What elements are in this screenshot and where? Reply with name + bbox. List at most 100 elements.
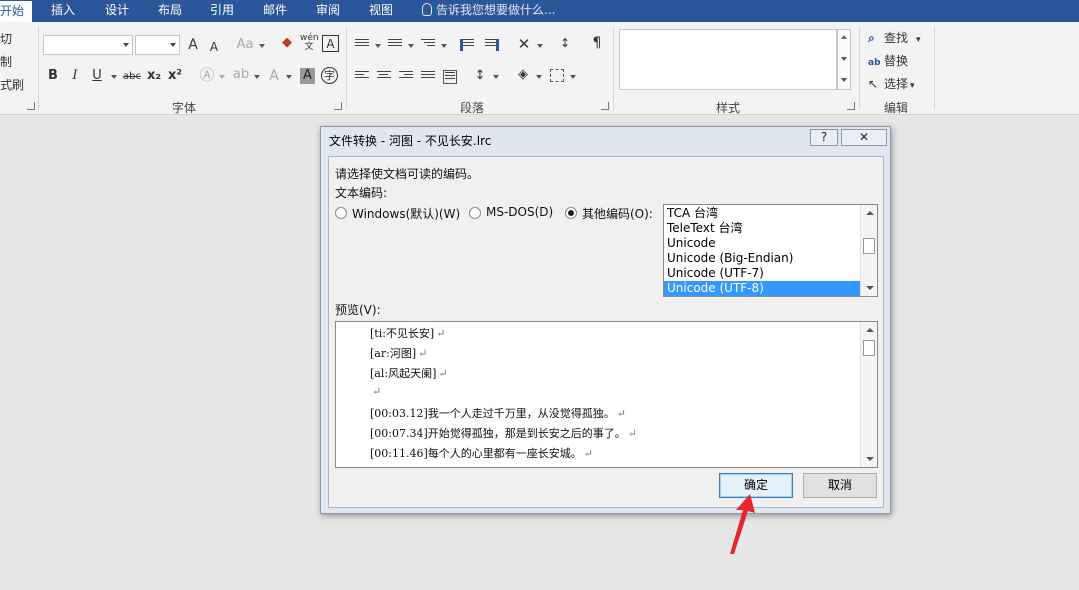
encoding-scrollbar[interactable] <box>860 205 877 296</box>
change-case-icon[interactable]: Aa <box>234 37 256 53</box>
close-button[interactable]: ✕ <box>841 129 887 146</box>
font-color-icon[interactable]: A <box>267 68 281 84</box>
increase-indent-icon[interactable] <box>485 39 499 51</box>
replace-button[interactable]: ab 替换 <box>868 52 908 69</box>
dialog-body: 请选择使文档可读的编码。 文本编码: Windows(默认)(W) MS-DOS… <box>328 156 884 508</box>
borders-icon[interactable] <box>550 69 564 82</box>
italic-icon[interactable]: I <box>68 68 82 84</box>
list-item[interactable]: TCA 台湾 <box>664 206 860 221</box>
show-formatting-icon[interactable]: ¶ <box>590 35 604 51</box>
list-item[interactable]: Unicode (UTF-7) <box>664 266 860 281</box>
chevron-down-icon <box>123 43 129 47</box>
scroll-thumb[interactable] <box>863 238 875 254</box>
return-mark-icon: ↵ <box>627 427 637 440</box>
paragraph-launcher-icon[interactable] <box>601 102 609 110</box>
encoding-listbox[interactable]: TCA 台湾 TeleText 台湾 Unicode Unicode (Big-… <box>663 204 878 297</box>
more-styles-icon <box>841 78 847 82</box>
radio-other-encoding-label[interactable]: 其他编码(O): <box>582 205 653 222</box>
tab-insert[interactable]: 插入 <box>51 0 75 22</box>
select-button[interactable]: ↖ 选择 ▾ <box>868 75 915 92</box>
subscript-icon[interactable]: x₂ <box>146 68 162 84</box>
tab-view[interactable]: 视图 <box>369 0 393 22</box>
find-button[interactable]: ⌕ 查找 ▾ <box>868 29 921 46</box>
numbering-icon[interactable] <box>388 39 402 51</box>
styles-gallery[interactable] <box>619 29 837 90</box>
shading-icon[interactable]: ◈ <box>515 67 531 83</box>
scroll-up-icon[interactable] <box>866 328 874 332</box>
tab-mailings[interactable]: 邮件 <box>263 0 287 22</box>
radio-windows-label[interactable]: Windows(默认)(W) <box>352 205 460 222</box>
copy-button[interactable]: 复制 <box>0 53 12 70</box>
chevron-down-icon <box>841 57 847 61</box>
bullets-icon[interactable] <box>355 39 369 51</box>
grow-font-icon[interactable]: A <box>185 37 201 53</box>
character-border-icon[interactable]: A <box>322 35 339 52</box>
radio-windows[interactable] <box>335 207 347 219</box>
instruction-text: 请选择使文档可读的编码。 <box>335 167 480 181</box>
scroll-up-icon[interactable] <box>866 211 874 215</box>
styles-launcher-icon[interactable] <box>847 102 855 110</box>
decrease-indent-icon[interactable] <box>460 39 474 51</box>
tab-review[interactable]: 审阅 <box>316 0 340 22</box>
align-center-icon[interactable] <box>377 71 391 83</box>
replace-label: 替换 <box>884 54 909 68</box>
tab-layout[interactable]: 布局 <box>158 0 182 22</box>
multilevel-list-icon[interactable] <box>421 39 435 51</box>
format-painter-button[interactable]: 格式刷 <box>0 76 24 93</box>
align-left-icon[interactable] <box>355 71 369 83</box>
styles-gallery-scroll[interactable] <box>837 29 851 90</box>
cut-button[interactable]: 剪切 <box>0 30 12 47</box>
preview-line: [00:07.34]开始觉得孤独，那是到长安之后的事了。 ↵ <box>370 427 637 440</box>
list-item[interactable]: TeleText 台湾 <box>664 221 860 236</box>
character-shading-icon[interactable]: A <box>300 68 315 84</box>
preview-pane[interactable]: [ti:不见长安] ↵ [ar:河图] ↵ [al:风起天阑] ↵ ↵ [00:03.… <box>335 321 878 468</box>
tab-home[interactable]: 开始 <box>0 0 33 22</box>
list-item-selected[interactable]: Unicode (UTF-8) <box>664 281 860 296</box>
distributed-icon[interactable] <box>443 70 457 84</box>
list-item[interactable]: Unicode (Big-Endian) <box>664 251 860 266</box>
scroll-down-icon[interactable] <box>866 286 874 290</box>
chevron-down-icon <box>111 75 117 79</box>
group-separator <box>934 26 935 110</box>
chevron-down-icon <box>254 75 260 79</box>
sort-icon[interactable]: ↕ <box>557 35 573 51</box>
justify-icon[interactable] <box>421 71 435 83</box>
superscript-icon[interactable]: x² <box>167 68 183 84</box>
radio-msdos-label[interactable]: MS-DOS(D) <box>486 205 553 219</box>
chevron-down-icon <box>219 75 225 79</box>
tab-references[interactable]: 引用 <box>210 0 234 22</box>
close-icon: ✕ <box>858 130 870 144</box>
enclose-characters-icon[interactable]: 字 <box>321 67 338 84</box>
replace-icon: ab <box>868 58 881 68</box>
search-icon: ⌕ <box>868 31 875 45</box>
radio-other-encoding[interactable] <box>565 207 577 219</box>
text-effects-icon[interactable]: Ⓐ <box>199 67 215 83</box>
tell-me-box[interactable]: 告诉我您想要做什么... <box>422 0 555 22</box>
return-mark-icon: ↵ <box>438 367 448 380</box>
preview-scrollbar[interactable] <box>860 322 877 467</box>
underline-icon[interactable]: U <box>90 68 104 84</box>
clear-formatting-icon[interactable]: ◆ <box>279 35 295 51</box>
scroll-down-icon[interactable] <box>866 457 874 461</box>
font-launcher-icon[interactable] <box>334 102 342 110</box>
strikethrough-icon[interactable]: abc <box>122 69 142 85</box>
align-right-icon[interactable] <box>399 71 413 83</box>
phonetic-guide-icon[interactable]: wén 文 <box>300 34 319 52</box>
font-name-dropdown[interactable] <box>43 35 133 55</box>
asian-layout-icon[interactable]: ✕ <box>515 36 533 52</box>
cancel-button[interactable]: 取消 <box>803 473 877 498</box>
scroll-thumb[interactable] <box>863 340 875 356</box>
chevron-down-icon <box>286 75 292 79</box>
tab-design[interactable]: 设计 <box>105 0 129 22</box>
font-size-dropdown[interactable] <box>135 35 180 55</box>
clipboard-launcher-icon[interactable] <box>27 102 35 110</box>
bold-icon[interactable]: B <box>46 68 60 84</box>
highlight-icon[interactable]: ab <box>232 67 250 83</box>
file-conversion-dialog: 文件转换 - 河图 - 不见长安.lrc ? ✕ 请选择使文档可读的编码。 文本… <box>320 126 891 514</box>
shrink-font-icon[interactable]: A <box>207 39 221 55</box>
line-spacing-icon[interactable]: ↕ <box>472 68 488 84</box>
group-styles-label: 样式 <box>716 101 741 115</box>
radio-msdos[interactable] <box>469 207 481 219</box>
help-button[interactable]: ? <box>810 129 838 146</box>
list-item[interactable]: Unicode <box>664 236 860 251</box>
